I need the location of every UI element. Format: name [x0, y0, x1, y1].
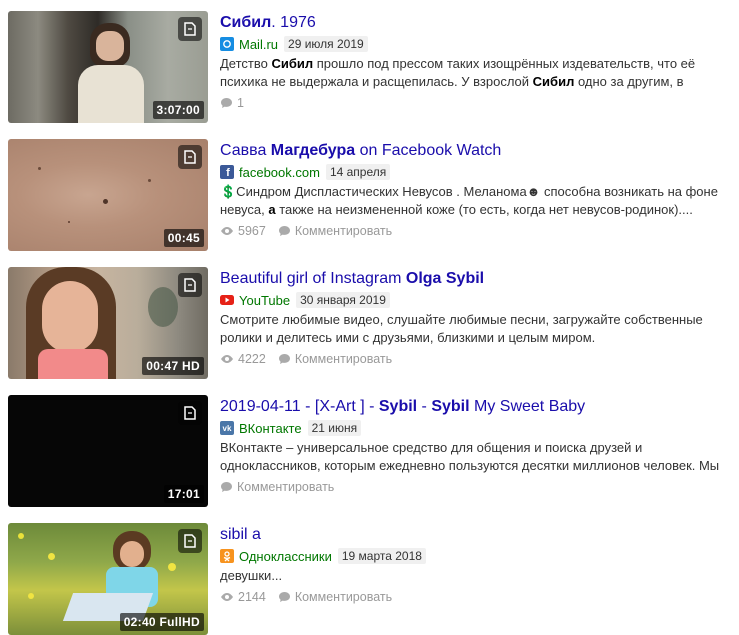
description-text: одно за другим, в	[574, 74, 684, 89]
comments-stat[interactable]: Комментировать	[278, 590, 392, 604]
description-text: а	[268, 202, 276, 217]
date-badge: 14 апреля	[325, 164, 391, 180]
result-description: Смотрите любимые видео, слушайте любимые…	[220, 311, 736, 347]
date-badge: 29 июля 2019	[284, 36, 368, 52]
save-icon[interactable]	[178, 273, 202, 297]
video-result: 00:45 Савва Магдебура on Facebook Watch …	[8, 139, 736, 251]
save-icon[interactable]	[178, 529, 202, 553]
result-title[interactable]: Beautiful girl of Instagram Olga Sybil	[220, 269, 736, 288]
date-badge: 30 января 2019	[296, 292, 390, 308]
duration-badge: 02:40 FullHD	[119, 613, 204, 631]
result-description: ВКонтакте – универсальное средство для о…	[220, 439, 736, 475]
description-text: Смотрите любимые видео, слушайте любимые…	[220, 312, 703, 345]
eye-icon	[221, 355, 233, 363]
duration-badge: 17:01	[163, 485, 204, 503]
mailru-icon	[220, 37, 234, 51]
video-result: 3:07:00 Сибил. 1976 Mail.ru 29 июля 2019…	[8, 11, 736, 123]
video-thumbnail[interactable]: 00:45	[8, 139, 208, 251]
comment-icon	[278, 592, 290, 602]
comment-icon	[278, 354, 290, 364]
video-result: 17:01 2019-04-11 - [X-Art ] - Sybil - Sy…	[8, 395, 736, 507]
result-title[interactable]: sibil a	[220, 525, 736, 544]
comments-stat[interactable]: Комментировать	[278, 224, 392, 238]
description-text: Сибил	[532, 74, 575, 89]
source-name[interactable]: Одноклассники	[239, 549, 332, 564]
source-name[interactable]: Mail.ru	[239, 37, 278, 52]
comment-icon	[278, 226, 290, 236]
comment-icon	[221, 482, 232, 492]
youtube-icon	[220, 293, 234, 307]
description-text: Сибил	[271, 56, 314, 71]
video-thumbnail[interactable]: 3:07:00	[8, 11, 208, 123]
eye-icon	[221, 227, 233, 235]
views-stat: 4222	[220, 352, 266, 366]
duration-badge: 3:07:00	[152, 101, 204, 119]
views-stat: 2144	[220, 590, 266, 604]
date-badge: 21 июня	[307, 420, 362, 436]
video-thumbnail[interactable]: 17:01	[8, 395, 208, 507]
video-thumbnail[interactable]: 00:47 HD	[8, 267, 208, 379]
comment-icon	[221, 98, 232, 108]
eye-icon	[221, 593, 233, 601]
result-description: девушки...	[220, 567, 736, 585]
video-result: 00:47 HD Beautiful girl of Instagram Olg…	[8, 267, 736, 379]
source-name[interactable]: YouTube	[239, 293, 290, 308]
source-name[interactable]: ВКонтакте	[239, 421, 302, 436]
save-icon[interactable]	[178, 401, 202, 425]
comments-stat[interactable]: Комментировать	[278, 352, 392, 366]
views-stat: 5967	[220, 224, 266, 238]
description-text: Детство	[220, 56, 272, 71]
description-text: ВКонтакте – универсальное средство для о…	[220, 440, 720, 473]
video-thumbnail[interactable]: 02:40 FullHD	[8, 523, 208, 635]
facebook-icon: f	[220, 165, 234, 179]
comments-stat[interactable]: 1	[220, 96, 244, 110]
result-title[interactable]: 2019-04-11 - [X-Art ] - Sybil - Sybil My…	[220, 397, 736, 416]
odnoklassniki-icon	[220, 549, 234, 563]
date-badge: 19 марта 2018	[337, 548, 426, 564]
result-title[interactable]: Савва Магдебура on Facebook Watch	[220, 141, 736, 160]
duration-badge: 00:47 HD	[142, 357, 204, 375]
comments-stat[interactable]: Комментировать	[220, 480, 334, 494]
result-title[interactable]: Сибил. 1976	[220, 13, 736, 32]
save-icon[interactable]	[178, 145, 202, 169]
video-result: 02:40 FullHD sibil a Одноклассники 19 ма…	[8, 523, 736, 635]
duration-badge: 00:45	[163, 229, 204, 247]
description-text: также на неизмененной коже (то есть, ког…	[275, 202, 693, 217]
description-text: девушки...	[220, 568, 283, 583]
result-description: 💲Синдром Диспластических Невусов . Мелан…	[220, 183, 736, 219]
vk-icon: vk	[220, 421, 234, 435]
save-icon[interactable]	[178, 17, 202, 41]
result-description: Детство Сибил прошло под прессом таких и…	[220, 55, 736, 91]
source-name[interactable]: facebook.com	[239, 165, 320, 180]
